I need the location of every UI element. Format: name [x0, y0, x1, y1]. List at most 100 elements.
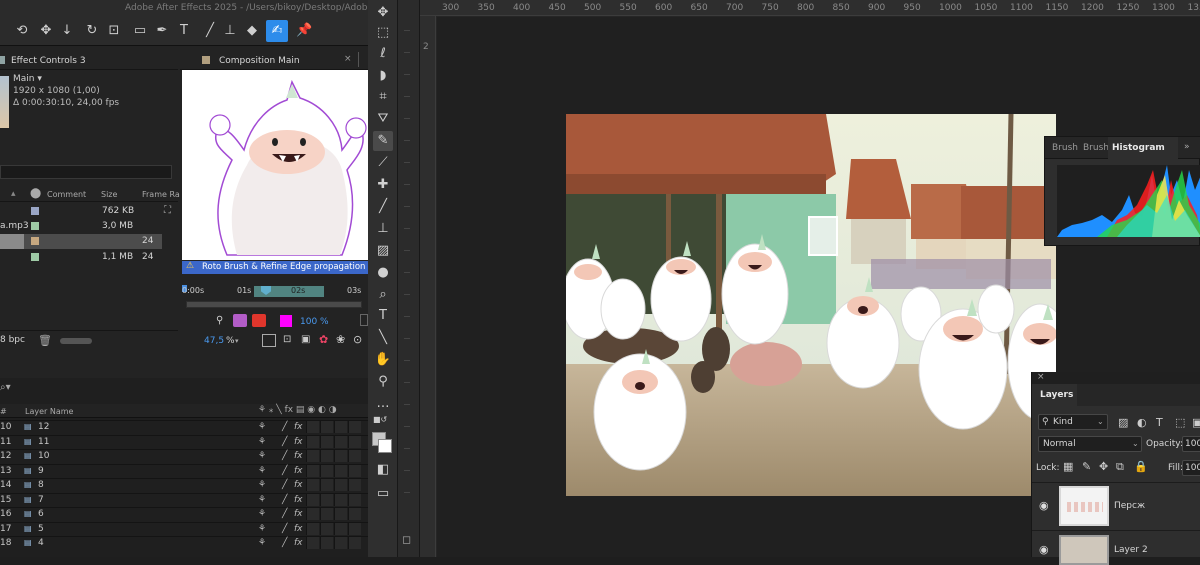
- lock-transparent-icon[interactable]: ▦: [1063, 460, 1073, 473]
- shy-switch-icon[interactable]: ⚘: [258, 494, 266, 506]
- layer-name[interactable]: Layer 2: [1114, 545, 1148, 555]
- tab-effect-controls[interactable]: Effect Controls 3: [11, 56, 86, 66]
- fx-switch-icon[interactable]: fx: [294, 508, 303, 520]
- switch-cell[interactable]: [348, 523, 361, 535]
- brush-tool-icon[interactable]: ╱: [373, 197, 393, 217]
- more-tools-icon[interactable]: …: [373, 394, 393, 414]
- transparency-icon[interactable]: ▣: [301, 334, 310, 345]
- person-icon[interactable]: ⚲: [216, 315, 223, 326]
- label-color-chip[interactable]: [31, 222, 39, 230]
- fill-input[interactable]: 100: [1182, 460, 1200, 476]
- quality-switch-icon[interactable]: ╱: [282, 479, 287, 491]
- eraser-tool-icon[interactable]: ◆: [244, 23, 260, 39]
- switch-cell[interactable]: [306, 421, 319, 433]
- zoom-level[interactable]: 47,5: [204, 336, 224, 346]
- expand-panel-arrows-icon[interactable]: »: [1184, 142, 1190, 152]
- crop-tool-icon[interactable]: ⌗: [373, 87, 393, 107]
- tab-composition-main[interactable]: Composition Main: [219, 56, 300, 66]
- switch-cell[interactable]: [320, 494, 333, 506]
- switch-cell[interactable]: [334, 523, 347, 535]
- switch-cell[interactable]: [334, 508, 347, 520]
- switch-cell[interactable]: [320, 421, 333, 433]
- column-label-icon[interactable]: ▴: [11, 189, 16, 199]
- fx-switch-icon[interactable]: fx: [294, 421, 303, 433]
- layer-name[interactable]: Персж: [1114, 501, 1145, 511]
- switch-cell[interactable]: [348, 479, 361, 491]
- safe-margins-icon[interactable]: [262, 334, 276, 347]
- clone-stamp-tool-icon[interactable]: ⊥: [222, 23, 238, 39]
- type-tool-icon[interactable]: T: [373, 306, 393, 326]
- hand-tool-icon[interactable]: ✋: [373, 350, 393, 370]
- switch-cell[interactable]: [306, 479, 319, 491]
- tab-histogram[interactable]: Histogram: [1112, 143, 1165, 153]
- thumbnail-slider[interactable]: [60, 338, 92, 344]
- overlay-percent[interactable]: 100 %: [300, 317, 329, 327]
- timeline-layer-row[interactable]: 18▤4⚘╱fx: [0, 536, 368, 549]
- switch-cell[interactable]: [306, 523, 319, 535]
- column-layer-name[interactable]: Layer Name: [25, 407, 73, 416]
- label-color-chip[interactable]: [31, 207, 39, 215]
- shy-switch-icon[interactable]: ⚘: [258, 537, 266, 549]
- column-comment[interactable]: Comment: [47, 190, 86, 199]
- background-color-swatch[interactable]: [378, 439, 392, 453]
- move-down-tool-icon[interactable]: ↓: [59, 23, 75, 39]
- switch-cell[interactable]: [348, 465, 361, 477]
- default-colors-icon[interactable]: ■↺: [373, 415, 387, 424]
- switch-cell[interactable]: [306, 450, 319, 462]
- layer-name[interactable]: 4: [38, 537, 44, 549]
- lock-artboard-icon[interactable]: ⧉: [1116, 460, 1124, 474]
- label-color-chip[interactable]: [31, 237, 39, 245]
- frame-strip[interactable]: [186, 301, 362, 308]
- pan-behind-tool-icon[interactable]: ✥: [38, 23, 54, 39]
- fx-switch-icon[interactable]: fx: [294, 494, 303, 506]
- timeline-layer-row[interactable]: 15▤7⚘╱fx: [0, 493, 368, 506]
- switch-cell[interactable]: [320, 450, 333, 462]
- timeline-layer-row[interactable]: 17▤5⚘╱fx: [0, 522, 368, 535]
- switch-cell[interactable]: [320, 523, 333, 535]
- brush-tool-icon[interactable]: ╱: [202, 23, 218, 39]
- timeline-search-icon[interactable]: ⌕▾: [0, 382, 11, 393]
- switch-cell[interactable]: [306, 436, 319, 448]
- visibility-eye-icon[interactable]: ◉: [1039, 499, 1049, 512]
- anchor-tool-icon[interactable]: ⊡: [106, 23, 122, 39]
- switch-cell[interactable]: [334, 479, 347, 491]
- lock-pixels-icon[interactable]: ✎: [1082, 460, 1091, 473]
- overflow-control[interactable]: [360, 314, 368, 326]
- person-red-icon[interactable]: [252, 314, 266, 327]
- marquee-tool-icon[interactable]: ⬚: [373, 23, 393, 43]
- stamp-tool-icon[interactable]: ⊥: [373, 219, 393, 239]
- switch-cell[interactable]: [348, 436, 361, 448]
- close-panel-icon[interactable]: ×: [1037, 372, 1045, 382]
- type-filter-icon[interactable]: T: [1156, 416, 1163, 429]
- quality-switch-icon[interactable]: ╱: [282, 537, 287, 549]
- layer-name[interactable]: 5: [38, 523, 44, 535]
- switch-cell[interactable]: [348, 450, 361, 462]
- switch-cell[interactable]: [320, 465, 333, 477]
- magenta-swatch[interactable]: [280, 315, 292, 327]
- quality-switch-icon[interactable]: ╱: [282, 421, 287, 433]
- puppet-pin-tool-icon[interactable]: 📌: [296, 23, 312, 39]
- layer-name[interactable]: 12: [38, 421, 49, 433]
- timeline-layer-row[interactable]: 13▤9⚘╱fx: [0, 464, 368, 477]
- visibility-eye-icon[interactable]: ◉: [1039, 543, 1049, 556]
- timeline-layer-row[interactable]: 14▤8⚘╱fx: [0, 478, 368, 491]
- switch-cell[interactable]: [334, 421, 347, 433]
- shy-switch-icon[interactable]: ⚘: [258, 436, 266, 448]
- switch-cell[interactable]: [334, 465, 347, 477]
- eyedropper-tool-icon[interactable]: ⟋: [373, 153, 393, 173]
- snapshot-icon[interactable]: ❀: [336, 333, 345, 346]
- shy-switch-icon[interactable]: ⚘: [258, 479, 266, 491]
- switch-cell[interactable]: [348, 508, 361, 520]
- tab-brush-1[interactable]: Brush: [1052, 143, 1078, 153]
- fx-switch-icon[interactable]: fx: [294, 436, 303, 448]
- switch-cell[interactable]: [320, 436, 333, 448]
- adjustment-filter-icon[interactable]: ◐: [1137, 416, 1147, 429]
- trash-icon[interactable]: 🗑: [38, 334, 52, 347]
- fx-switch-icon[interactable]: fx: [294, 465, 303, 477]
- shape-filter-icon[interactable]: ⬚: [1175, 416, 1185, 429]
- switch-cell[interactable]: [334, 436, 347, 448]
- quality-switch-icon[interactable]: ╱: [282, 494, 287, 506]
- fx-switch-icon[interactable]: fx: [294, 479, 303, 491]
- switch-cell[interactable]: [320, 508, 333, 520]
- project-row-selected[interactable]: 24: [0, 234, 162, 249]
